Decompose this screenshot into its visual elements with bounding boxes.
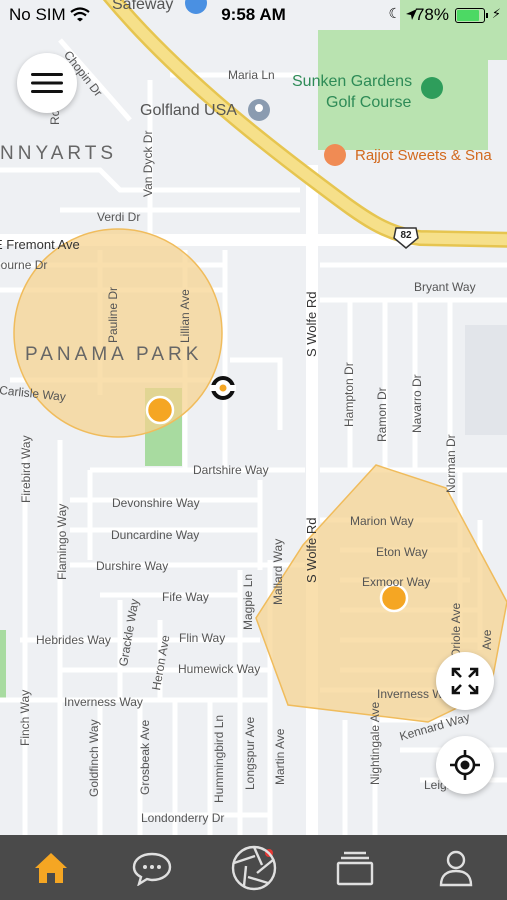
tab-home[interactable] xyxy=(0,835,101,900)
street-label-magpie: Magpie Ln xyxy=(241,573,255,630)
map-view[interactable]: Safeway Golfland USA Sunken Gardens Golf… xyxy=(0,0,507,835)
zone-marker[interactable] xyxy=(145,395,175,425)
poi-label-sunken-gardens-1[interactable]: Sunken Gardens xyxy=(292,73,412,91)
street-label-nightingale: Nightingale Ave xyxy=(368,701,382,785)
stack-icon xyxy=(336,851,374,885)
street-label-exmoor: Exmoor Way xyxy=(362,575,431,589)
street-label-londonderry: Londonderry Dr xyxy=(141,811,225,825)
street-label-goldfinch: Goldfinch Way xyxy=(87,719,101,797)
camera-shutter-icon xyxy=(231,845,276,890)
street-label-van-dyck: Van Dyck Dr xyxy=(141,130,155,197)
street-label-s-wolfe-lower: S Wolfe Rd xyxy=(304,517,319,583)
golf-icon[interactable] xyxy=(421,77,443,99)
street-label-hebrides: Hebrides Way xyxy=(36,633,111,647)
street-label-verdi: Verdi Dr xyxy=(97,210,141,224)
my-location-button[interactable] xyxy=(436,736,494,794)
street-label-ramon: Ramon Dr xyxy=(375,387,389,442)
tab-collection[interactable] xyxy=(304,835,405,900)
street-label-firebird: Firebird Way xyxy=(19,435,33,503)
street-label-devonshire: Devonshire Way xyxy=(112,496,200,510)
poi-label-golfland[interactable]: Golfland USA xyxy=(140,102,237,120)
street-label-lillian: Lillian Ave xyxy=(178,289,192,343)
street-label-ave-edge: Ave xyxy=(480,629,494,650)
street-label-hummingbird: Hummingbird Ln xyxy=(212,714,226,803)
tab-messages[interactable] xyxy=(101,835,274,900)
street-label-humewick: Humewick Way xyxy=(178,662,261,676)
current-location-marker xyxy=(210,376,236,400)
battery-icon xyxy=(455,8,488,23)
street-label-longspur: Longspur Ave xyxy=(243,716,257,790)
poi-label-rajjot[interactable]: Rajjot Sweets & Sna xyxy=(355,147,492,164)
status-bar: No SIM 9:58 AM ☾ 78% ⚡ xyxy=(0,0,507,30)
menu-button[interactable] xyxy=(17,53,77,113)
tab-profile[interactable] xyxy=(406,835,507,900)
area-label-nnyarts: NNYARTS xyxy=(0,143,118,164)
highway-shield-label: 82 xyxy=(400,230,412,241)
street-label-marion: Marion Way xyxy=(350,514,414,528)
street-label-inverness-left: Inverness Way xyxy=(64,695,143,709)
moon-icon: ☾ xyxy=(388,5,401,21)
street-label-martin: Martin Ave xyxy=(273,728,287,785)
street-label-dartshire: Dartshire Way xyxy=(193,463,269,477)
expand-arrows-icon xyxy=(451,667,479,695)
street-label-inverness-right: Inverness W xyxy=(377,687,444,701)
park-edge-area xyxy=(0,630,6,700)
poi-label-sunken-gardens-2[interactable]: Golf Course xyxy=(326,94,411,112)
street-label-grosbeak: Grosbeak Ave xyxy=(138,719,152,795)
wolfe-road xyxy=(306,165,318,835)
hamburger-icon xyxy=(31,73,63,93)
street-label-hampton: Hampton Dr xyxy=(342,362,356,427)
street-label-finch: Finch Way xyxy=(18,689,32,746)
restaurant-icon[interactable] xyxy=(324,144,346,166)
chat-bubble-icon xyxy=(132,852,172,886)
user-icon xyxy=(440,850,473,886)
tab-camera[interactable] xyxy=(203,835,304,900)
street-label-flin: Flin Way xyxy=(179,631,226,645)
crosshair-icon xyxy=(450,750,480,780)
street-label-bourne: bourne Dr xyxy=(0,258,48,272)
street-label-mallard: Mallard Way xyxy=(271,538,285,605)
street-label-fife: Fife Way xyxy=(162,590,209,604)
building-area xyxy=(465,325,507,435)
street-label-durshire: Durshire Way xyxy=(96,559,169,573)
map-base xyxy=(0,0,507,835)
street-label-s-wolfe-upper: S Wolfe Rd xyxy=(304,291,319,357)
street-label-pauline: Pauline Dr xyxy=(106,286,120,343)
battery-percent: 78% xyxy=(414,5,449,24)
street-label-maria: Maria Ln xyxy=(228,68,275,82)
charging-bolt-icon: ⚡ xyxy=(491,6,501,21)
fit-zones-button[interactable] xyxy=(436,652,494,710)
street-label-eton: Eton Way xyxy=(376,545,428,559)
street-label-e-fremont: E Fremont Ave xyxy=(0,237,80,252)
street-label-duncardine: Duncardine Way xyxy=(111,528,200,542)
street-label-flamingo: Flamingo Way xyxy=(55,503,69,580)
street-label-bryant: Bryant Way xyxy=(414,280,476,294)
street-label-oriole: Oriole Ave xyxy=(449,602,463,658)
home-icon xyxy=(34,852,67,883)
tab-bar xyxy=(0,835,507,900)
street-label-navarro: Navarro Dr xyxy=(410,374,424,433)
area-label-panama-park: PANAMA PARK xyxy=(25,344,203,365)
street-label-norman: Norman Dr xyxy=(444,434,458,493)
